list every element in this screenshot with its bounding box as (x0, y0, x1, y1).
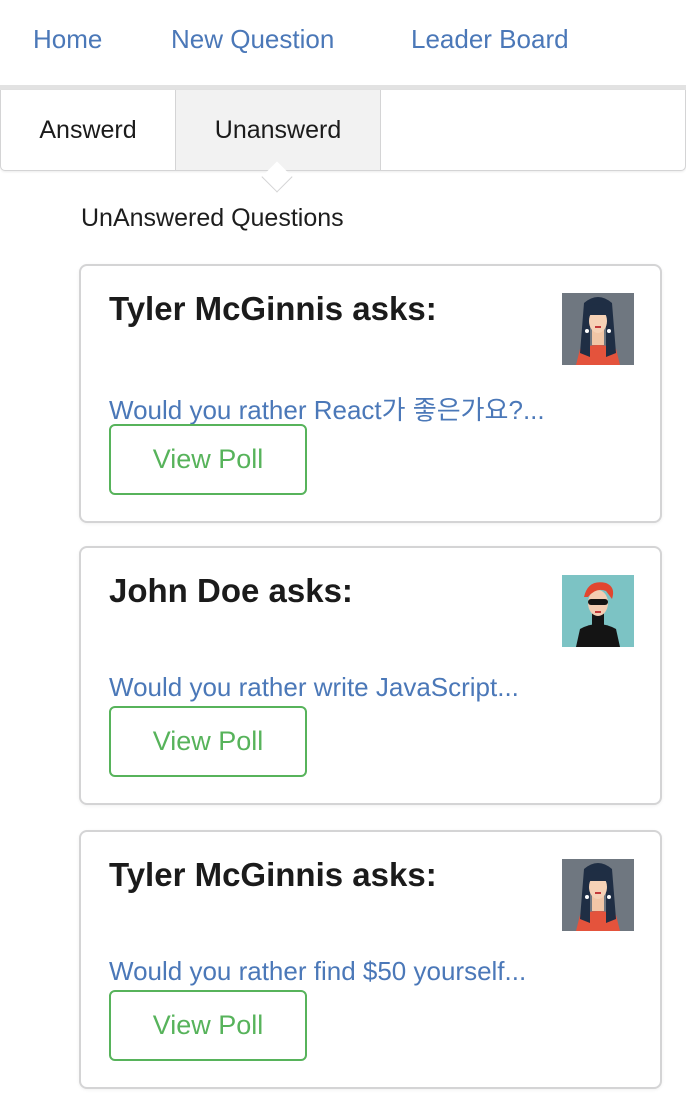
question-card: John Doe asks: Would you rather write Ja… (79, 546, 662, 805)
question-preview-link[interactable]: Would you rather find $50 yourself... (109, 956, 526, 987)
question-tabs: Answerd Unanswerd (0, 90, 686, 171)
nav-leader-board-link[interactable]: Leader Board (411, 24, 569, 55)
view-poll-button[interactable]: View Poll (109, 424, 307, 495)
question-card: Tyler McGinnis asks: Would you rather fi… (79, 830, 662, 1089)
top-nav: Home New Question Leader Board (0, 0, 686, 90)
tab-answered[interactable]: Answerd (1, 90, 176, 170)
red-hair-sunglasses-avatar (562, 575, 634, 647)
question-author: Tyler McGinnis asks: (109, 856, 437, 893)
question-preview-link[interactable]: Would you rather React가 좋은가요?... (109, 390, 545, 427)
woman-dark-hair-avatar (562, 293, 634, 365)
woman-dark-hair-avatar (562, 859, 634, 931)
question-preview-link[interactable]: Would you rather write JavaScript... (109, 672, 519, 703)
section-title: UnAnswered Questions (81, 204, 344, 232)
question-card: Tyler McGinnis asks: Would you rather Re… (79, 264, 662, 523)
question-author: John Doe asks: (109, 572, 353, 609)
view-poll-button[interactable]: View Poll (109, 990, 307, 1061)
view-poll-button[interactable]: View Poll (109, 706, 307, 777)
nav-new-question-link[interactable]: New Question (171, 24, 334, 55)
question-author: Tyler McGinnis asks: (109, 290, 437, 327)
nav-home-link[interactable]: Home (33, 24, 102, 55)
tab-unanswered[interactable]: Unanswerd (176, 90, 381, 170)
